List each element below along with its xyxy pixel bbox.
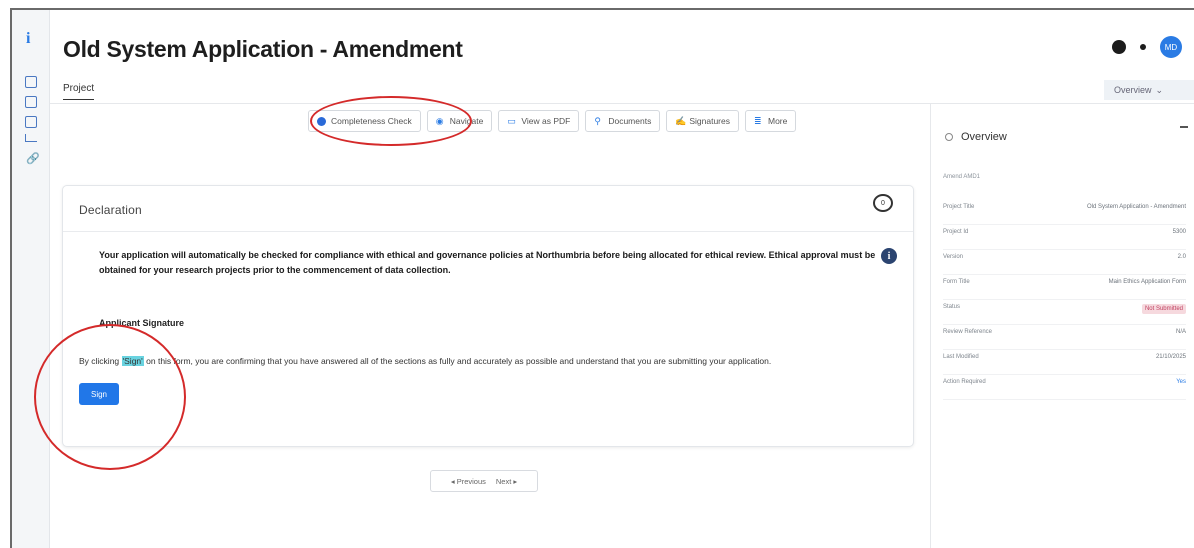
paperclip-icon: ⚲: [594, 115, 601, 126]
overview-panel-title: Overview: [961, 131, 1007, 143]
top-right-controls: MD: [1112, 36, 1182, 58]
declaration-card: Declaration 0 Your application will auto…: [62, 185, 914, 447]
overview-row: Project Title Old System Application - Am…: [943, 200, 1186, 225]
overview-row-label: Last Modified: [943, 354, 979, 360]
app-logo-icon[interactable]: i: [26, 30, 34, 48]
collapse-icon[interactable]: [1180, 126, 1188, 128]
overview-row-label: Status: [943, 304, 961, 310]
overview-panel: Overview Amend AMD1 Project Title Old Sys…: [930, 104, 1194, 548]
app-window: i 🔗 Old System Application - Amendment M…: [10, 8, 1194, 548]
overview-row-value: Old System Application - Amendment: [1086, 204, 1186, 210]
annotation-ring-completeness: [310, 96, 472, 146]
overview-panel-header: Overview: [945, 131, 1007, 143]
comment-icon[interactable]: 0: [873, 194, 893, 212]
view-as-pdf-button[interactable]: ▭ View as PDF: [498, 110, 580, 132]
grid-icon[interactable]: [25, 116, 37, 128]
declaration-title: Declaration: [79, 203, 142, 217]
help-icon[interactable]: [1112, 40, 1126, 54]
overview-row-label: Form Title: [943, 279, 970, 285]
tab-bar: Project Overview ⌄: [50, 78, 1194, 104]
link-icon[interactable]: 🔗: [26, 154, 40, 165]
avatar[interactable]: MD: [1160, 36, 1182, 58]
more-button[interactable]: ≣ More: [744, 110, 797, 132]
overview-row: Status Not Submitted: [943, 300, 1186, 325]
overview-row-label: Project Title: [943, 204, 975, 210]
overview-row: Last Modified 21/10/2025: [943, 350, 1186, 375]
overview-row: Form Title Main Ethics Application Form: [943, 275, 1186, 300]
pdf-icon: ▭: [507, 115, 516, 126]
overview-row-value: N/A: [1175, 329, 1186, 335]
declaration-header: Declaration 0: [63, 186, 913, 232]
overview-row: Project Id 5300: [943, 225, 1186, 250]
overview-row-value: Main Ethics Application Form: [1108, 279, 1186, 285]
notification-dot-icon[interactable]: [1140, 44, 1146, 50]
left-sidebar: i 🔗: [12, 10, 50, 548]
overview-dropdown-label: Overview: [1114, 85, 1152, 95]
overview-row-value: 5300: [1172, 229, 1186, 235]
previous-button[interactable]: ◂ Previous: [451, 477, 486, 486]
next-button[interactable]: Next ▸: [496, 477, 517, 486]
signature-icon: ✍: [675, 115, 687, 126]
overview-dropdown[interactable]: Overview ⌄: [1104, 80, 1194, 100]
documents-button[interactable]: ⚲ Documents: [585, 110, 661, 132]
more-label: More: [767, 116, 788, 126]
overview-row-value: 21/10/2025: [1155, 354, 1186, 360]
overview-row: Review Reference N/A: [943, 325, 1186, 350]
overview-circle-icon: [945, 133, 953, 141]
signatures-button[interactable]: ✍ Signatures: [666, 110, 739, 132]
overview-row: Action Required Yes: [943, 375, 1186, 400]
annotation-ring-sign: [34, 324, 186, 470]
pagination: ◂ Previous Next ▸: [430, 470, 538, 492]
clipboard-icon[interactable]: [25, 96, 37, 108]
chevron-down-icon: ⌄: [1155, 84, 1164, 95]
overview-panel-subtitle: Amend AMD1: [943, 174, 981, 180]
status-badge: Not Submitted: [1141, 304, 1186, 314]
comment-count: 0: [881, 199, 885, 207]
tab-project[interactable]: Project: [63, 83, 95, 100]
menu-icon: ≣: [753, 115, 762, 126]
compliance-notice: Your application will automatically be c…: [99, 250, 876, 275]
signatures-label: Signatures: [689, 116, 730, 126]
overview-row-label: Project Id: [943, 229, 969, 235]
document-icon[interactable]: [25, 76, 37, 88]
info-icon[interactable]: i: [881, 248, 897, 264]
overview-row: Version 2.0: [943, 250, 1186, 275]
overview-row-label: Action Required: [943, 379, 986, 385]
signature-statement: By clicking 'Sign' on this form, you are…: [79, 354, 899, 369]
signature-statement-end: on this form, you are confirming that yo…: [143, 356, 772, 366]
action-required-link[interactable]: Yes: [1176, 379, 1186, 399]
chart-icon[interactable]: [25, 134, 37, 142]
overview-row-value: 2.0: [1177, 254, 1186, 260]
page-title: Old System Application - Amendment: [63, 36, 463, 62]
overview-details: Project Title Old System Application - Am…: [943, 200, 1186, 400]
documents-label: Documents: [608, 116, 652, 126]
overview-row-label: Version: [943, 254, 964, 260]
overview-row-label: Review Reference: [943, 329, 993, 335]
view-as-pdf-label: View as PDF: [521, 116, 571, 126]
